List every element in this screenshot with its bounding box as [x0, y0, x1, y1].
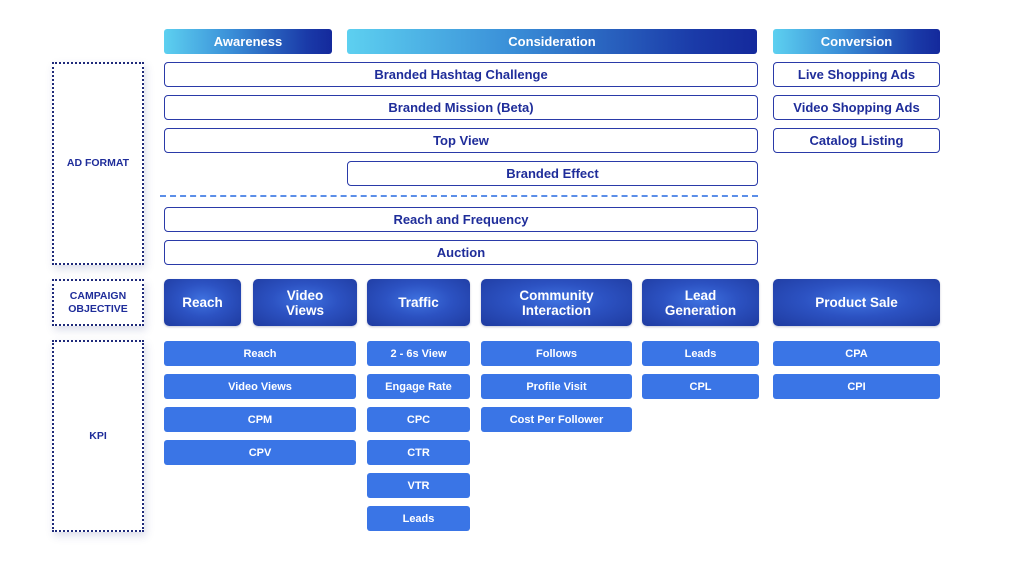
- objective-label: Reach: [182, 295, 223, 310]
- kpi-video-views: Video Views: [164, 374, 356, 399]
- ad-format-label: Catalog Listing: [809, 133, 904, 148]
- row-label-campaign-objective-text: CAMPAIGN OBJECTIVE: [68, 289, 128, 315]
- kpi-cpi: CPI: [773, 374, 940, 399]
- kpi-label: Profile Visit: [526, 380, 587, 393]
- kpi-label: CPC: [406, 413, 431, 426]
- objective-traffic: Traffic: [367, 279, 470, 326]
- kpi-label: Cost Per Follower: [509, 413, 604, 426]
- kpi-label: Engage Rate: [385, 380, 452, 393]
- ad-format-catalog-listing: Catalog Listing: [773, 128, 940, 153]
- row-label-kpi-text: KPI: [89, 429, 107, 442]
- kpi-label: CPL: [689, 380, 712, 393]
- kpi-label: CPM: [247, 413, 273, 426]
- objective-label: Lead Generation: [664, 287, 737, 318]
- stage-awareness-label: Awareness: [213, 34, 283, 49]
- kpi-engage-rate: Engage Rate: [367, 374, 470, 399]
- kpi-label: Reach: [243, 347, 277, 360]
- row-label-ad-format: AD FORMAT: [52, 62, 144, 265]
- objective-label: Video Views: [285, 287, 325, 318]
- stage-conversion: Conversion: [773, 29, 940, 54]
- objective-label: Community Interaction: [519, 287, 594, 318]
- kpi-follows: Follows: [481, 341, 632, 366]
- kpi-label: Leads: [402, 512, 435, 525]
- stage-consideration: Consideration: [347, 29, 757, 54]
- ad-format-label: Branded Mission (Beta): [388, 100, 534, 115]
- ad-format-top-view: Top View: [164, 128, 758, 153]
- kpi-2-6s-view: 2 - 6s View: [367, 341, 470, 366]
- objective-label: Product Sale: [815, 295, 898, 310]
- kpi-label: Leads: [684, 347, 717, 360]
- kpi-label: CPI: [847, 380, 866, 393]
- ad-format-auction: Auction: [164, 240, 758, 265]
- stage-consideration-label: Consideration: [508, 34, 596, 49]
- dashed-divider: [160, 195, 758, 197]
- kpi-label: Follows: [536, 347, 577, 360]
- kpi-label: Video Views: [228, 380, 292, 393]
- ad-format-label: Top View: [433, 133, 489, 148]
- kpi-cpa: CPA: [773, 341, 940, 366]
- objective-product-sale: Product Sale: [773, 279, 940, 326]
- objective-reach: Reach: [164, 279, 241, 326]
- ad-format-live-shopping-ads: Live Shopping Ads: [773, 62, 940, 87]
- kpi-cpv: CPV: [164, 440, 356, 465]
- kpi-cpl: CPL: [642, 374, 759, 399]
- ad-format-label: Live Shopping Ads: [797, 67, 916, 82]
- ad-format-label: Branded Effect: [506, 166, 599, 181]
- stage-conversion-label: Conversion: [820, 34, 893, 49]
- objective-lead-generation: Lead Generation: [642, 279, 759, 326]
- ad-format-label: Branded Hashtag Challenge: [374, 67, 548, 82]
- kpi-reach: Reach: [164, 341, 356, 366]
- kpi-cost-per-follower: Cost Per Follower: [481, 407, 632, 432]
- kpi-profile-visit: Profile Visit: [481, 374, 632, 399]
- kpi-cpm: CPM: [164, 407, 356, 432]
- ad-format-label: Video Shopping Ads: [793, 100, 920, 115]
- kpi-cpc: CPC: [367, 407, 470, 432]
- objective-label: Traffic: [398, 295, 439, 310]
- row-label-kpi: KPI: [52, 340, 144, 532]
- ad-format-branded-hashtag-challenge: Branded Hashtag Challenge: [164, 62, 758, 87]
- ad-format-branded-effect: Branded Effect: [347, 161, 758, 186]
- kpi-ctr: CTR: [367, 440, 470, 465]
- objective-community-interaction: Community Interaction: [481, 279, 632, 326]
- kpi-leads-traffic: Leads: [367, 506, 470, 531]
- kpi-leads: Leads: [642, 341, 759, 366]
- kpi-label: CTR: [407, 446, 430, 459]
- kpi-label: CPV: [248, 446, 272, 459]
- row-label-ad-format-text: AD FORMAT: [66, 157, 130, 169]
- kpi-label: VTR: [407, 479, 430, 492]
- ad-format-reach-and-frequency: Reach and Frequency: [164, 207, 758, 232]
- objective-video-views: Video Views: [253, 279, 357, 326]
- row-label-campaign-objective: CAMPAIGN OBJECTIVE: [52, 279, 144, 326]
- ad-format-label: Reach and Frequency: [393, 212, 529, 227]
- stage-awareness: Awareness: [164, 29, 332, 54]
- kpi-label: CPA: [845, 347, 868, 360]
- kpi-label: 2 - 6s View: [390, 347, 447, 360]
- ad-format-branded-mission: Branded Mission (Beta): [164, 95, 758, 120]
- ad-format-video-shopping-ads: Video Shopping Ads: [773, 95, 940, 120]
- kpi-vtr: VTR: [367, 473, 470, 498]
- ad-format-label: Auction: [436, 245, 486, 260]
